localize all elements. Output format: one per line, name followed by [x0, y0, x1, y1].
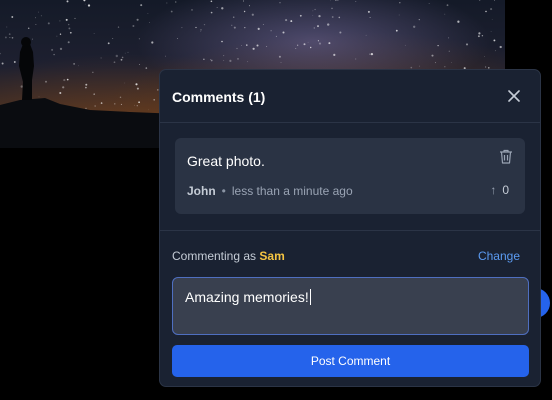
panel-header: Comments (1) — [160, 70, 540, 123]
close-icon[interactable] — [506, 88, 522, 104]
vote-count: 0 — [502, 183, 509, 197]
trash-icon[interactable] — [499, 149, 513, 164]
panel-title: Comments (1) — [172, 89, 266, 105]
post-comment-button[interactable]: Post Comment — [172, 345, 529, 377]
comment-author: John — [187, 184, 216, 198]
comment-input[interactable]: Amazing memories! — [172, 277, 529, 335]
commenting-as-label: Commenting as — [172, 249, 257, 263]
comments-list: Great photo. John • less than a minute ago… — [160, 123, 540, 231]
commenting-as: Commenting as Sam — [172, 249, 522, 263]
change-user-link[interactable]: Change — [478, 249, 520, 263]
text-cursor — [309, 289, 311, 305]
meta-separator: • — [221, 184, 226, 198]
comment-card: Great photo. John • less than a minute ago… — [175, 138, 525, 214]
comments-panel: Comments (1) Great photo. John • less than… — [159, 69, 541, 387]
upvote-button[interactable]: ↑ 0 — [490, 183, 509, 197]
comment-meta: John • less than a minute ago — [187, 184, 353, 198]
arrow-up-icon: ↑ — [490, 183, 497, 197]
current-username: Sam — [259, 249, 285, 263]
comment-input-value: Amazing memories! — [185, 289, 309, 305]
comment-text: Great photo. — [187, 153, 265, 169]
comment-timestamp: less than a minute ago — [231, 184, 353, 198]
